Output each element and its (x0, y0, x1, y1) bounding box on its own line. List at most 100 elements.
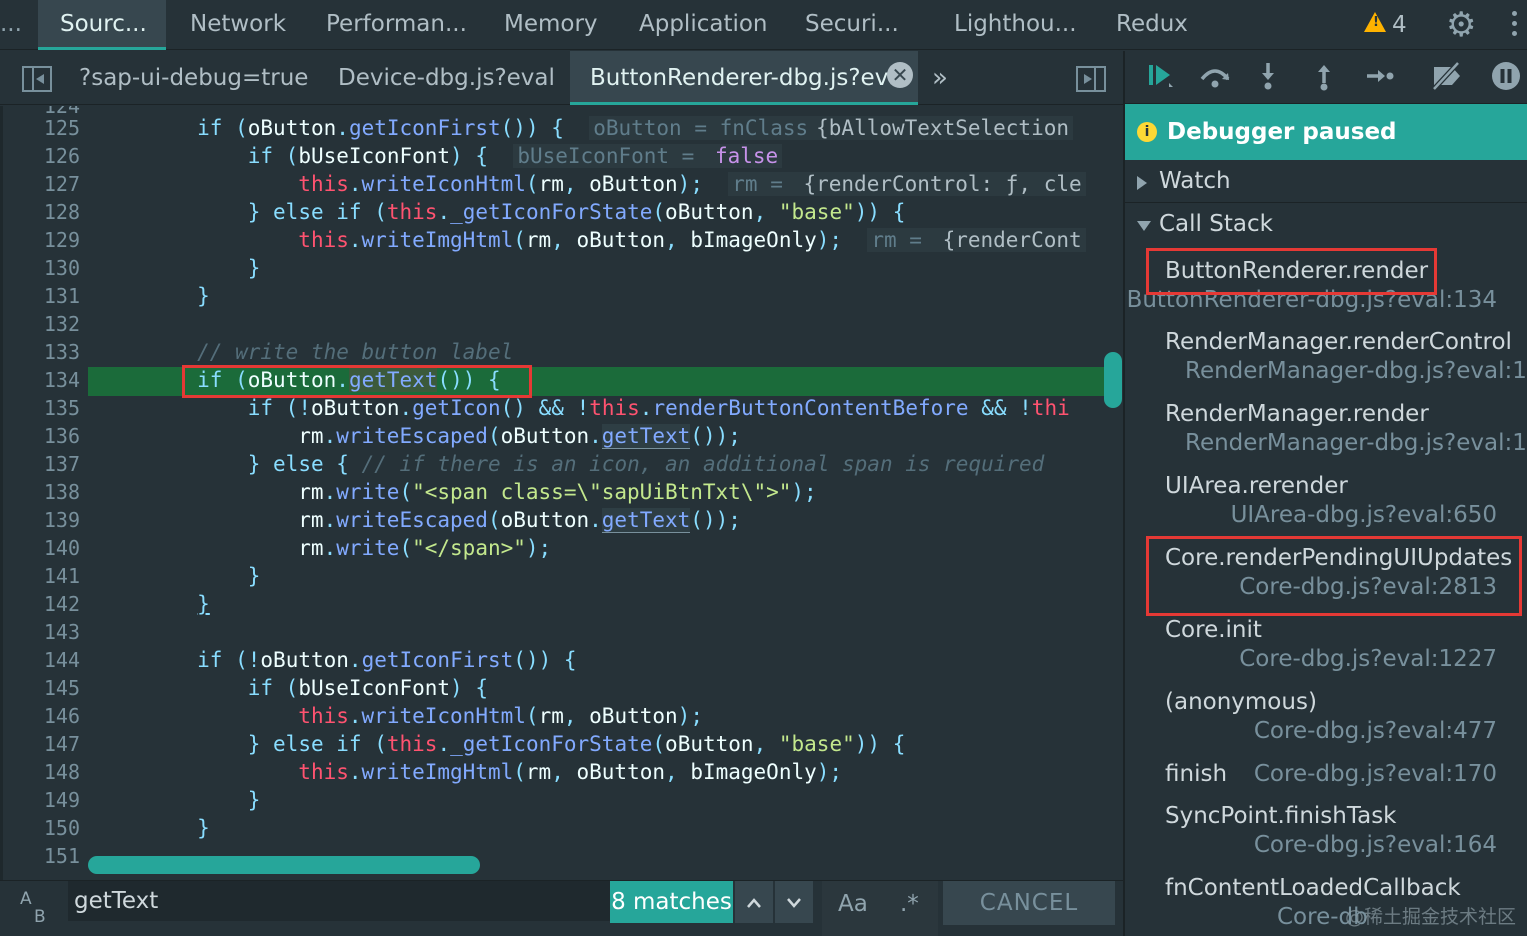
frame-location[interactable]: Core-dbg.js?eval:1227 (1239, 644, 1497, 674)
more-tabs-icon[interactable]: » (932, 63, 948, 93)
line-number[interactable]: 130 (0, 254, 80, 282)
vertical-scrollbar[interactable] (1104, 352, 1122, 408)
line-number[interactable]: 146 (0, 702, 80, 730)
line-number[interactable]: 140 (0, 534, 80, 562)
line-number[interactable]: 127 (0, 170, 80, 198)
pause-on-exceptions-button[interactable] (1489, 61, 1523, 93)
step-into-icon (1262, 63, 1274, 90)
cancel-button[interactable]: CANCEL (943, 881, 1115, 925)
next-match-button[interactable] (775, 881, 813, 923)
frame-name[interactable]: RenderManager.render (1165, 399, 1429, 429)
warning-count[interactable]: 4 (1392, 0, 1407, 50)
line-number[interactable]: 149 (0, 786, 80, 814)
debugger-paused-banner: i Debugger paused (1125, 104, 1527, 160)
line-number[interactable]: 144 (0, 646, 80, 674)
line-number[interactable]: 137 (0, 450, 80, 478)
line-number[interactable]: 125 (0, 114, 80, 142)
file-tab-sap-ui-debug[interactable]: ?sap-ui-debug=true (79, 51, 308, 105)
debugger-paused-label: Debugger paused (1167, 119, 1397, 145)
resume-button[interactable] (1143, 61, 1179, 93)
line-number[interactable]: 147 (0, 730, 80, 758)
tab-security[interactable]: Securi... (805, 0, 899, 50)
previous-match-button[interactable] (735, 881, 773, 923)
line-number[interactable]: 129 (0, 226, 80, 254)
tab-overflow[interactable]: ... (0, 0, 22, 50)
line-number[interactable]: 141 (0, 562, 80, 590)
code-line-135: if (!oButton.getIcon() && !this.renderBu… (247, 396, 1070, 420)
line-number[interactable]: 136 (0, 422, 80, 450)
tab-redux[interactable]: Redux (1116, 0, 1188, 50)
line-number[interactable]: 145 (0, 674, 80, 702)
inline-value: {renderControl: ƒ, cle (799, 172, 1086, 196)
tab-performance[interactable]: Performan... (326, 0, 467, 50)
watch-section-header[interactable]: Watch (1125, 160, 1527, 203)
line-gutter[interactable]: 124 125 126 127 128 129 130 131 132 133 … (0, 106, 88, 880)
line-number[interactable]: 132 (0, 310, 80, 338)
file-tab-device-dbg[interactable]: Device-dbg.js?eval (338, 51, 555, 105)
frame-name[interactable]: Core.init (1165, 615, 1262, 645)
code-line-149: } (247, 788, 261, 812)
search-input[interactable]: getText (68, 881, 613, 921)
gear-icon[interactable]: ⚙ (1446, 6, 1476, 44)
line-number[interactable]: 150 (0, 814, 80, 842)
toggle-debugger-icon[interactable] (1076, 66, 1106, 92)
line-number[interactable]: 148 (0, 758, 80, 786)
frame-location[interactable]: Core-dbg.js?eval:477 (1254, 716, 1497, 746)
code-editor[interactable]: 124 125 126 127 128 129 130 131 132 133 … (0, 106, 1123, 880)
debugger-sidebar: i Debugger paused Watch Call Stack Butto… (1125, 51, 1527, 936)
line-number[interactable]: 131 (0, 282, 80, 310)
frame-name[interactable]: finish (1165, 759, 1227, 789)
frame-location[interactable]: RenderManager-dbg.js?eval:103( (1185, 356, 1527, 386)
line-number[interactable]: 126 (0, 142, 80, 170)
replace-toggle-icon[interactable]: A B (20, 889, 54, 929)
step-button[interactable] (1363, 61, 1395, 93)
regex-button[interactable]: .* (900, 891, 919, 917)
tab-lighthouse[interactable]: Lighthou... (954, 0, 1077, 50)
toggle-navigator-icon[interactable] (22, 66, 52, 92)
frame-location[interactable]: Core-dbg.js?eval:170 (1254, 759, 1497, 789)
call-stack-section-header[interactable]: Call Stack (1125, 203, 1527, 246)
tab-network[interactable]: Network (190, 0, 286, 50)
inline-value: bUseIconFont = (513, 144, 711, 168)
frame-location[interactable]: Core-dbg.js?eval:164 (1254, 830, 1497, 860)
inline-value: {renderCont (938, 228, 1086, 252)
match-case-button[interactable]: Aa (838, 891, 868, 917)
inline-value: {bAllowTextSelection (812, 116, 1074, 140)
resume-icon (1149, 65, 1173, 87)
line-number[interactable]: 133 (0, 338, 80, 366)
deactivate-breakpoints-icon (1432, 61, 1460, 91)
devtools-panel-tabs: ... Sourc... Network Performan... Memory… (0, 0, 1527, 50)
line-number[interactable]: 135 (0, 394, 80, 422)
line-number[interactable]: 128 (0, 198, 80, 226)
frame-name[interactable]: (anonymous) (1165, 687, 1317, 717)
highlight-box-core-render (1146, 536, 1522, 616)
line-number[interactable]: 143 (0, 618, 80, 646)
highlight-box-button-renderer (1146, 248, 1437, 295)
step-out-button[interactable] (1309, 61, 1339, 93)
line-number[interactable]: 142 (0, 590, 80, 618)
line-number[interactable]: 151 (0, 842, 80, 870)
frame-name[interactable]: SyncPoint.finishTask (1165, 801, 1397, 831)
tab-memory[interactable]: Memory (504, 0, 598, 50)
deactivate-breakpoints-button[interactable] (1427, 61, 1467, 93)
line-number-current[interactable]: 134 (0, 366, 80, 394)
chevron-down-icon (787, 898, 801, 908)
frame-location[interactable]: RenderManager-dbg.js?eval:128( (1185, 428, 1527, 458)
frame-name[interactable]: fnContentLoadedCallback (1165, 873, 1461, 903)
close-tab-icon[interactable]: ✕ (887, 62, 913, 88)
frame-name[interactable]: UIArea.rerender (1165, 471, 1348, 501)
info-icon: i (1137, 122, 1157, 142)
tab-application[interactable]: Application (639, 0, 768, 50)
line-number[interactable]: 139 (0, 506, 80, 534)
horizontal-scrollbar[interactable] (88, 856, 480, 874)
frame-location[interactable]: UIArea-dbg.js?eval:650 (1231, 500, 1497, 530)
tab-sources[interactable]: Sourc... (38, 0, 166, 50)
step-over-button[interactable] (1197, 61, 1233, 93)
step-out-icon (1318, 65, 1330, 91)
more-options-icon[interactable] (1512, 8, 1518, 42)
step-into-button[interactable] (1253, 61, 1283, 93)
file-tab-buttonrenderer-dbg[interactable]: ButtonRenderer-dbg.js?eval (570, 51, 918, 105)
code-line-146: this.writeIconHtml(rm, oButton); (298, 704, 703, 728)
line-number[interactable]: 138 (0, 478, 80, 506)
frame-name[interactable]: RenderManager.renderControl (1165, 327, 1512, 357)
